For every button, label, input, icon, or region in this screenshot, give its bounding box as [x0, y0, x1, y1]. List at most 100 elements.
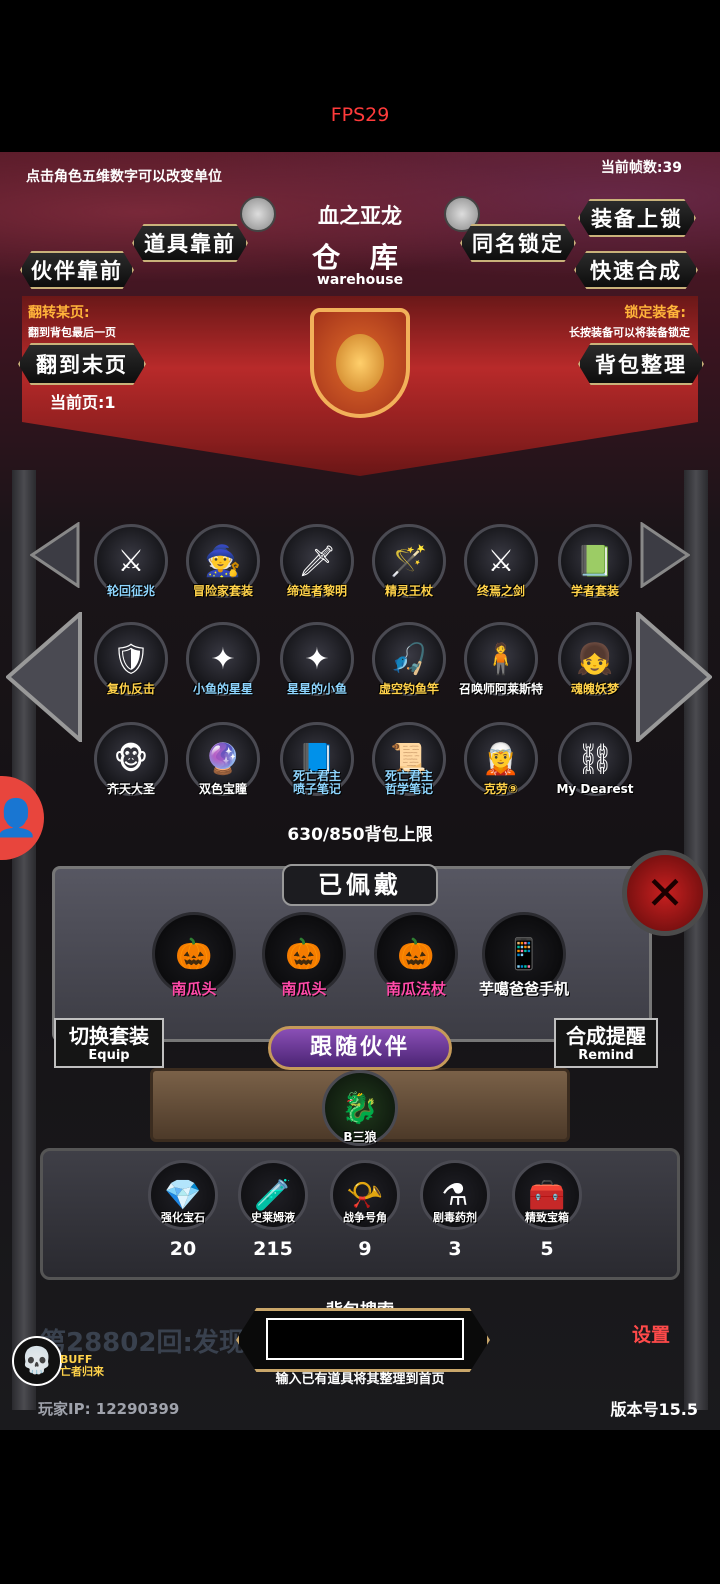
inventory-item[interactable]: 📘 死亡君主 喷子笔记 [278, 722, 356, 802]
inventory-item[interactable]: 🔮 双色宝瞳 [184, 722, 262, 802]
resource-item[interactable]: 📯 战争号角 9 [328, 1160, 402, 1260]
item-label: 死亡君主 喷子笔记 [292, 769, 341, 796]
inventory-item[interactable]: ⚔ 轮回征兆 [92, 524, 170, 604]
resource-glyph: 📯 [346, 1177, 384, 1213]
current-page: 当前页:1 [50, 393, 116, 412]
switch-set-label-en: Equip [88, 1048, 130, 1063]
worn-item[interactable]: 🎃 南瓜头 [260, 912, 348, 1000]
item-label: 精灵王杖 [384, 584, 433, 598]
warehouse-title: 血之亚龙 仓 库 warehouse [270, 196, 450, 292]
switch-set-label: 切换套装 [69, 1024, 149, 1048]
item-label: 复仇反击 [106, 682, 155, 696]
equip-lock-button[interactable]: 装备上锁 [578, 199, 696, 237]
resource-label: 史莱姆液 [251, 1211, 295, 1224]
item-label: 轮回征兆 [106, 584, 155, 598]
player-ip: 玩家IP: 12290399 [38, 1400, 180, 1418]
flip-page-desc: 翻到背包最后一页 [28, 326, 116, 339]
resource-item[interactable]: 💎 强化宝石 20 [146, 1160, 220, 1260]
resource-glyph: 🧪 [254, 1177, 292, 1213]
worn-item[interactable]: 📱 芋噶爸爸手机 [479, 912, 569, 1000]
buff-skull-icon[interactable]: 💀 [12, 1336, 62, 1386]
worn-item[interactable]: 🎃 南瓜法杖 [372, 912, 460, 1000]
merge-remind-button[interactable]: 合成提醒 Remind [554, 1018, 658, 1068]
resource-label: 战争号角 [343, 1211, 387, 1224]
next-small-arrow-icon[interactable] [640, 522, 690, 588]
settings-button[interactable]: 设置 [632, 1320, 670, 1347]
inventory-item[interactable]: 📗 学者套装 [556, 524, 634, 604]
buff-subtitle: 亡者归来 [60, 1365, 104, 1378]
inventory-item[interactable]: ⛓ My Dearest [556, 722, 634, 802]
item-label: 小鱼的星星 [192, 682, 253, 696]
item-label: 双色宝瞳 [198, 782, 247, 796]
pet-slot[interactable]: 🐉 B三狼 [318, 1070, 402, 1146]
item-label: 克劳⑨ [483, 782, 519, 796]
frame-count: 当前帧数:39 [600, 160, 682, 176]
item-label: 魂魄妖梦 [570, 682, 619, 696]
prev-small-arrow-icon[interactable] [30, 522, 80, 588]
flip-page-title: 翻转某页: [28, 305, 90, 321]
inventory-item[interactable]: 🛡 复仇反击 [92, 622, 170, 702]
inventory-item[interactable]: 🐵 齐天大圣 [92, 722, 170, 802]
item-label: 终焉之剑 [476, 584, 525, 598]
resource-label: 强化宝石 [161, 1211, 205, 1224]
merge-remind-label-en: Remind [578, 1048, 634, 1063]
search-input[interactable] [266, 1318, 464, 1360]
same-name-lock-button[interactable]: 同名锁定 [460, 224, 576, 262]
resource-item[interactable]: 🧪 史莱姆液 215 [236, 1160, 310, 1260]
resource-item[interactable]: 🧰 精致宝箱 5 [510, 1160, 584, 1260]
resource-count: 9 [358, 1238, 372, 1260]
resource-glyph: 💎 [164, 1177, 202, 1213]
inventory-item[interactable]: 🧙 冒险家套装 [184, 524, 262, 604]
resource-count: 215 [253, 1238, 293, 1260]
inventory-item[interactable]: ✦ 小鱼的星星 [184, 622, 262, 702]
bag-capacity: 630/850背包上限 [287, 825, 433, 845]
resource-glyph: 🧰 [528, 1177, 566, 1213]
prev-page-arrow-icon[interactable] [6, 612, 82, 742]
resource-count: 3 [448, 1238, 462, 1260]
resource-item[interactable]: ⚗ 剧毒药剂 3 [418, 1160, 492, 1260]
worn-item[interactable]: 🎃 南瓜头 [150, 912, 238, 1000]
item-label: 虚空钓鱼竿 [378, 682, 439, 696]
inventory-item[interactable]: 🗡 缔造者黎明 [278, 524, 356, 604]
resource-glyph: ⚗ [441, 1177, 469, 1213]
bag-sort-button[interactable]: 背包整理 [578, 343, 704, 385]
resource-icon: ⚗ 剧毒药剂 [420, 1160, 490, 1230]
character-name: 血之亚龙 [318, 204, 402, 228]
partner-front-button[interactable]: 伙伴靠前 [20, 251, 134, 289]
item-label: 死亡君主 哲学笔记 [384, 769, 433, 796]
item-label: 冒险家套装 [192, 584, 253, 598]
hint-text: 点击角色五维数字可以改变单位 [26, 169, 222, 185]
resource-icon: 🧰 精致宝箱 [512, 1160, 582, 1230]
version: 版本号15.5 [610, 1400, 698, 1419]
items-front-button[interactable]: 道具靠前 [132, 224, 248, 262]
resource-count: 5 [540, 1238, 554, 1260]
inventory-item[interactable]: 🧝 克劳⑨ [462, 722, 540, 802]
fps-counter: FPS29 [330, 104, 390, 126]
lock-equip-title: 锁定装备: [624, 305, 686, 321]
quick-merge-button[interactable]: 快速合成 [574, 251, 698, 289]
inventory-item[interactable]: 📜 死亡君主 哲学笔记 [370, 722, 448, 802]
next-page-arrow-icon[interactable] [636, 612, 712, 742]
item-label: 缔造者黎明 [286, 584, 347, 598]
resource-label: 剧毒药剂 [433, 1211, 477, 1224]
inventory-item[interactable]: 👧 魂魄妖梦 [556, 622, 634, 702]
worn-item-label: 芋噶爸爸手机 [478, 980, 569, 998]
item-label: 齐天大圣 [106, 782, 155, 796]
item-label: 召唤师阿莱斯特 [458, 682, 543, 696]
inventory-item[interactable]: ✦ 星星的小鱼 [278, 622, 356, 702]
search-hint: 输入已有道具将其整理到首页 [275, 1372, 445, 1387]
close-button[interactable]: ✕ [622, 850, 708, 936]
inventory-item[interactable]: ⚔ 终焉之剑 [462, 524, 540, 604]
switch-set-button[interactable]: 切换套装 Equip [54, 1018, 164, 1068]
inventory-item[interactable]: 🪄 精灵王杖 [370, 524, 448, 604]
inventory-item[interactable]: 🎣 虚空钓鱼竿 [370, 622, 448, 702]
merge-remind-label: 合成提醒 [566, 1024, 646, 1048]
inventory-item[interactable]: 🧍 召唤师阿莱斯特 [459, 622, 543, 702]
item-label: 星星的小鱼 [286, 682, 347, 696]
last-page-button[interactable]: 翻到末页 [18, 343, 146, 385]
resource-icon: 💎 强化宝石 [148, 1160, 218, 1230]
follow-partner-button[interactable]: 跟随伙伴 [268, 1026, 452, 1070]
warehouse-label-en: warehouse [316, 272, 404, 288]
worn-title: 已佩戴 [282, 864, 438, 906]
buff-label: BUFF 亡者归来 [60, 1354, 104, 1378]
